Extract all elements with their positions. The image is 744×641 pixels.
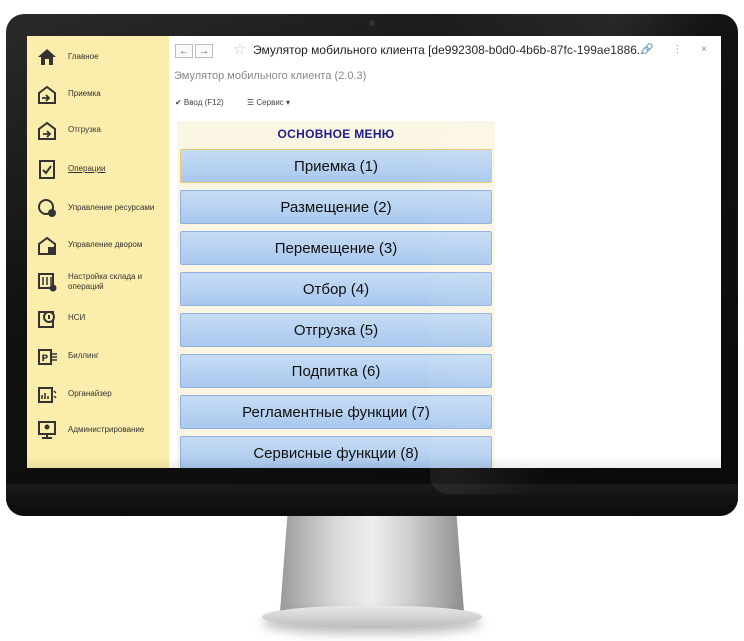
home-icon: [35, 45, 59, 69]
shipment-icon: [35, 118, 59, 142]
sidebar-item-label: Управление ресурсами: [68, 203, 155, 212]
sidebar-item-label: Операции: [68, 164, 106, 173]
main-content: ← → ☆ Эмулятор мобильного клиента [de992…: [169, 36, 721, 468]
sidebar-item-reference-data[interactable]: НСИ: [27, 301, 169, 335]
sidebar-item-label: Администрирование: [68, 425, 145, 434]
monitor-chin: [6, 484, 738, 516]
menu-button-placement[interactable]: Размещение (2): [180, 190, 492, 224]
sidebar-item-label: Настройка склада и операций: [68, 272, 143, 291]
billing-icon: P: [35, 344, 59, 368]
sidebar-item-yard[interactable]: Управление двором: [27, 228, 169, 262]
sidebar-item-resources[interactable]: Управление ресурсами: [27, 191, 169, 225]
sidebar-item-label: Биллинг: [68, 351, 99, 360]
window-controls[interactable]: 🔗 ⋮ ×: [641, 44, 715, 55]
screen-reflection: [27, 456, 721, 468]
window-title: Эмулятор мобильного клиента [de992308-b0…: [253, 43, 647, 57]
operations-icon: [35, 157, 59, 181]
reference-data-icon: [35, 306, 59, 330]
sidebar-item-main[interactable]: Главное: [27, 40, 169, 74]
form-subtitle: Эмулятор мобильного клиента (2.0.3): [174, 70, 367, 82]
sidebar-item-label: Главное: [68, 52, 99, 61]
back-button[interactable]: ←: [175, 44, 193, 58]
menu-button-receipt[interactable]: Приемка (1): [180, 149, 492, 183]
service-menu-button[interactable]: ☰ Сервис ▾: [247, 98, 290, 107]
svg-text:P: P: [42, 354, 49, 364]
sidebar-item-label: НСИ: [68, 313, 86, 322]
enter-command-button[interactable]: ✔ Ввод (F12): [175, 98, 224, 107]
sidebar-item-admin[interactable]: Администрирование: [27, 413, 169, 447]
sidebar: Главное Приемка Отгрузка Операции Управл…: [27, 36, 169, 468]
receipt-icon: [35, 82, 59, 106]
monitor-stand: [280, 516, 464, 612]
monitor-stand-base: [262, 606, 482, 628]
sidebar-item-warehouse-settings[interactable]: Настройка склада и операций: [27, 265, 169, 299]
sidebar-item-organizer[interactable]: Органайзер: [27, 377, 169, 411]
monitor-camera: [369, 20, 375, 26]
sidebar-item-shipment[interactable]: Отгрузка: [27, 113, 169, 147]
menu-button-picking[interactable]: Отбор (4): [180, 272, 492, 306]
sidebar-item-label: Органайзер: [68, 389, 112, 398]
menu-button-replenishment[interactable]: Подпитка (6): [180, 354, 492, 388]
organizer-icon: [35, 382, 59, 406]
favorite-star-icon[interactable]: ☆: [233, 40, 246, 58]
forward-button[interactable]: →: [195, 44, 213, 58]
sidebar-item-operations[interactable]: Операции: [27, 152, 169, 186]
admin-icon: [35, 418, 59, 442]
sidebar-item-receipt[interactable]: Приемка: [27, 77, 169, 111]
monitor-screen: Главное Приемка Отгрузка Операции Управл…: [27, 36, 721, 468]
sidebar-item-label: Приемка: [68, 89, 101, 98]
warehouse-settings-icon: [35, 270, 59, 294]
menu-button-movement[interactable]: Перемещение (3): [180, 231, 492, 265]
menu-header: ОСНОВНОЕ МЕНЮ: [277, 127, 395, 141]
yard-icon: [35, 233, 59, 257]
sidebar-item-label: Отгрузка: [68, 125, 101, 134]
resources-icon: [35, 196, 59, 220]
sidebar-item-billing[interactable]: P Биллинг: [27, 339, 169, 373]
sidebar-item-label: Управление двором: [68, 240, 143, 249]
menu-button-shipment[interactable]: Отгрузка (5): [180, 313, 492, 347]
main-menu-panel: ОСНОВНОЕ МЕНЮ Приемка (1) Размещение (2)…: [177, 121, 495, 468]
menu-button-scheduled-functions[interactable]: Регламентные функции (7): [180, 395, 492, 429]
